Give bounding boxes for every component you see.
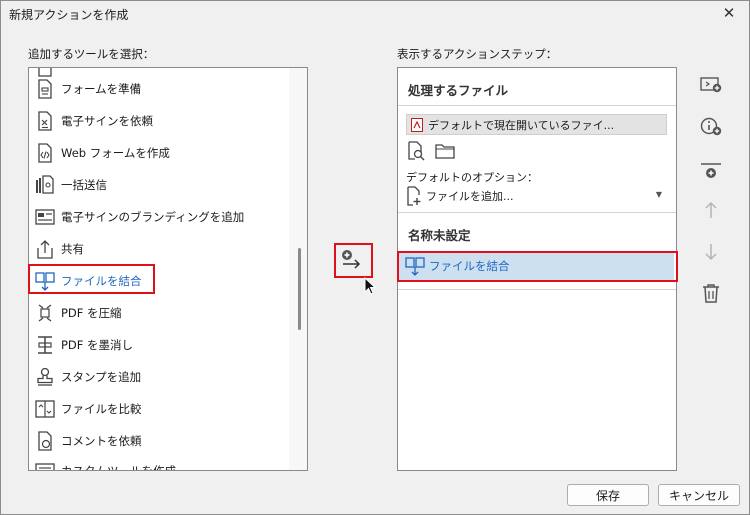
tool-item-branding[interactable]: 電子サインのブランディングを追加: [35, 202, 297, 232]
tool-label: PDF を墨消し: [61, 338, 134, 352]
add-divider-button[interactable]: [698, 158, 724, 184]
tool-item-web-form[interactable]: Web フォームを作成: [35, 138, 297, 168]
steps-list-label: 表示するアクションステップ：: [397, 47, 558, 61]
tool-label: ファイルを比較: [61, 402, 142, 416]
stamp-icon: [35, 367, 55, 387]
compare-files-icon: [35, 399, 55, 419]
tool-label: フォームを準備: [61, 82, 142, 96]
tool-label: カスタムツールを作成: [61, 464, 176, 471]
form-icon: [35, 79, 55, 99]
bulk-send-icon: [35, 175, 55, 195]
open-folder-button[interactable]: [434, 140, 456, 162]
arrow-up-icon: [705, 201, 717, 218]
tool-item-redact-pdf[interactable]: PDF を墨消し: [35, 330, 297, 360]
folder-icon: [435, 144, 455, 159]
add-files-dropdown[interactable]: ファイルを追加... ▼: [406, 184, 668, 208]
request-signature-icon: [35, 111, 55, 131]
tool-item-compare-files[interactable]: ファイルを比較: [35, 394, 297, 424]
tool-item-request-comments[interactable]: コメントを依頼: [35, 426, 297, 456]
files-section-header: 処理するファイル: [408, 83, 509, 98]
divider: [398, 212, 676, 213]
tool-label: 電子サインを依頼: [61, 114, 153, 128]
new-action-dialog: 新規アクションを作成 ✕ 追加するツールを選択： 表示するアクションステップ： …: [0, 0, 750, 515]
dialog-title: 新規アクションを作成: [9, 8, 129, 22]
add-file-icon: [407, 186, 421, 206]
save-button[interactable]: 保存: [567, 484, 649, 506]
branding-icon: [35, 207, 55, 227]
tool-item-custom-tool[interactable]: カスタムツールを作成: [35, 456, 297, 471]
default-file-label: デフォルトで現在開いているファイ...: [428, 118, 615, 132]
arrow-down-icon: [705, 244, 717, 261]
divider: [398, 105, 676, 106]
trash-icon: [703, 284, 719, 303]
browse-file-button[interactable]: [405, 140, 427, 162]
request-comments-icon: [35, 431, 55, 451]
default-file-row[interactable]: デフォルトで現在開いているファイ...: [406, 114, 667, 135]
scrollbar-thumb[interactable]: [298, 248, 301, 330]
pdf-icon: [411, 117, 423, 132]
tool-label: PDF を圧縮: [61, 306, 122, 320]
add-instruction-button[interactable]: [698, 114, 724, 140]
compress-pdf-icon: [35, 303, 55, 323]
delete-button[interactable]: [698, 280, 724, 306]
info-add-icon: [700, 117, 722, 136]
tool-list-label: 追加するツールを選択：: [28, 47, 155, 61]
move-up-button[interactable]: [698, 197, 724, 223]
mouse-cursor-icon: [364, 276, 377, 299]
cancel-button[interactable]: キャンセル: [658, 484, 740, 506]
add-files-label: ファイルを追加...: [426, 190, 514, 203]
redact-pdf-icon: [35, 335, 55, 355]
file-search-icon: [408, 141, 425, 161]
tool-label: 電子サインのブランディングを追加: [61, 210, 245, 224]
tool-list-scrollbar[interactable]: [289, 68, 307, 470]
default-options-label: デフォルトのオプション：: [406, 171, 538, 184]
tool-label: 一括送信: [61, 178, 107, 192]
web-form-icon: [35, 143, 55, 163]
highlight-step-item: [397, 251, 678, 282]
tool-label: スタンプを追加: [61, 370, 142, 384]
title-bar: 新規アクションを作成 ✕: [1, 1, 749, 27]
highlight-selected-tool: [28, 264, 155, 294]
highlight-add-button: [334, 243, 373, 278]
tool-item-request-signature[interactable]: 電子サインを依頼: [35, 106, 297, 136]
unnamed-section-header: 名称未設定: [408, 228, 471, 243]
tool-item-compress-pdf[interactable]: PDF を圧縮: [35, 298, 297, 328]
chevron-down-icon: ▼: [655, 190, 662, 199]
tool-label: コメントを依頼: [61, 434, 142, 448]
custom-tool-icon: [35, 461, 55, 470]
tool-item-bulk-send[interactable]: 一括送信: [35, 170, 297, 200]
divider-add-icon: [701, 163, 721, 178]
tool-item-add-stamp[interactable]: スタンプを追加: [35, 362, 297, 392]
divider: [398, 289, 676, 290]
message-add-icon: [700, 77, 722, 93]
tool-item-share[interactable]: 共有: [35, 234, 297, 264]
close-button[interactable]: ✕: [717, 2, 741, 24]
move-down-button[interactable]: [698, 239, 724, 265]
tool-label: Web フォームを作成: [61, 146, 170, 160]
tool-item-prepare-form[interactable]: フォームを準備: [35, 74, 297, 104]
add-message-button[interactable]: [698, 71, 724, 97]
tool-label: 共有: [61, 242, 84, 256]
share-icon: [35, 239, 55, 259]
